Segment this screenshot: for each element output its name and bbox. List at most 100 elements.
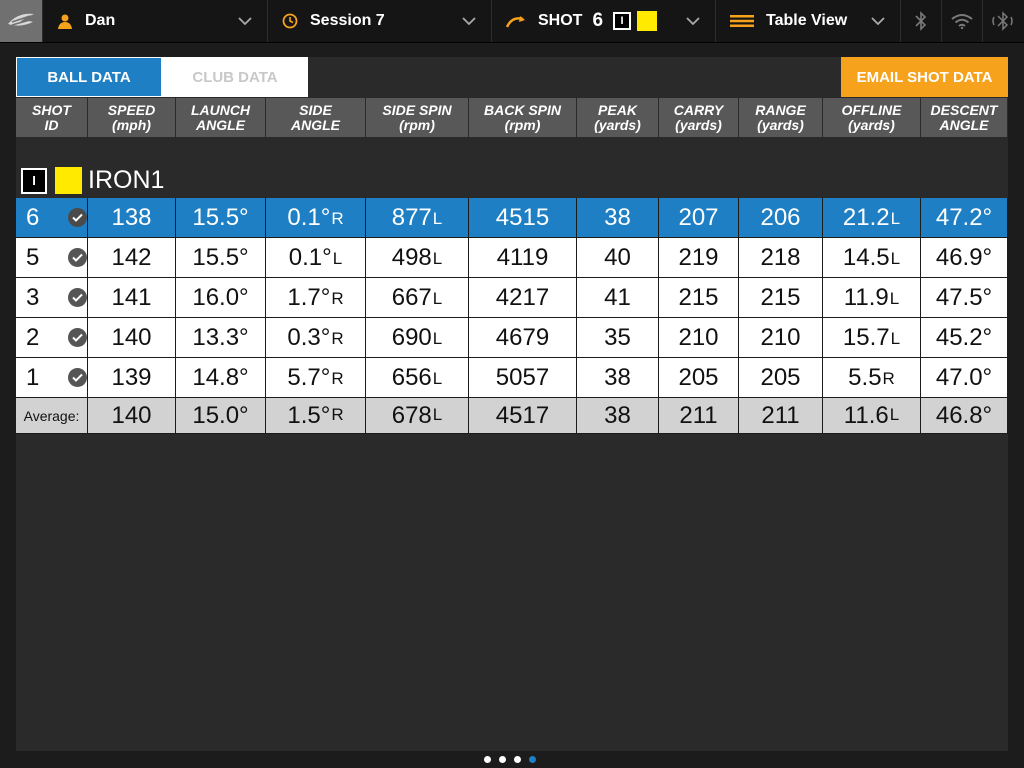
cell-value: 142 (111, 243, 152, 271)
column-header-side-spin: SIDE SPIN (rpm) (366, 98, 469, 137)
speed-cell: 140 (88, 398, 176, 434)
table-row[interactable]: 3 141 16.0° 1.7° R 667 L 4217 41 215 215 11.9 L 47.5° (16, 278, 1008, 318)
side-spin-cell: 656 L (366, 358, 469, 398)
cell-value: 211 (761, 401, 800, 429)
cell-value: 4119 (496, 243, 549, 271)
check-circle-icon[interactable] (68, 208, 87, 227)
cell-value: 4517 (495, 401, 550, 429)
email-shot-data-button[interactable]: EMAIL SHOT DATA (841, 57, 1008, 97)
carry-cell: 205 (659, 358, 739, 398)
cell-value: 38 (604, 203, 631, 231)
average-row: Average: 140 15.0° 1.5° R 678 L 4517 38 211 211 11.… (16, 398, 1008, 434)
range-cell: 215 (739, 278, 823, 318)
carry-cell: 207 (659, 198, 739, 238)
column-header-name: LAUNCH (190, 101, 251, 118)
direction-suffix: R (331, 369, 344, 388)
user-icon (58, 14, 72, 29)
table-row[interactable]: 1 139 14.8° 5.7° R 656 L 5057 38 205 205 5.5 R 47.0° (16, 358, 1008, 398)
cell-value: 877 (391, 203, 432, 231)
column-header-name: CARRY (673, 101, 724, 118)
shot-id-cell: 5 (16, 238, 88, 278)
wifi-button[interactable] (941, 0, 982, 42)
check-circle-icon[interactable] (68, 248, 87, 267)
check-circle-icon[interactable] (68, 328, 87, 347)
speed-cell: 138 (88, 198, 176, 238)
range-cell: 205 (739, 358, 823, 398)
direction-suffix: L (432, 289, 443, 308)
shot-id-cell: 6 (16, 198, 88, 238)
club-color-swatch (637, 11, 658, 31)
launch-angle-cell: 15.5° (176, 198, 266, 238)
column-header-carry: CARRY (yards) (659, 98, 739, 137)
cell-value: 211 (679, 401, 718, 429)
tab-club-data[interactable]: CLUB DATA (162, 57, 308, 97)
tab-ball-data[interactable]: BALL DATA (16, 57, 162, 97)
table-row[interactable]: 6 138 15.5° 0.1° R 877 L 4515 38 207 206 21.2 L 47.2° (16, 198, 1008, 238)
shot-selector[interactable]: SHOT 6 I (491, 0, 715, 42)
direction-suffix: L (432, 369, 443, 388)
view-selector[interactable]: Table View (715, 0, 900, 42)
offline-cell: 5.5 R (823, 358, 921, 398)
session-selector[interactable]: Session 7 (267, 0, 491, 42)
table-row[interactable]: 2 140 13.3° 0.3° R 690 L 4679 35 210 210 15.7 L 45.2° (16, 318, 1008, 358)
direction-suffix: L (432, 249, 443, 268)
side-spin-cell: 498 L (366, 238, 469, 278)
average-label-cell: Average: (16, 398, 88, 434)
column-header-unit: (yards) (848, 116, 895, 133)
peak-cell: 38 (577, 398, 659, 434)
descent-angle-cell: 47.2° (921, 198, 1008, 238)
side-spin-cell: 678 L (366, 398, 469, 434)
direction-suffix: R (331, 289, 344, 308)
shot-id-cell: 1 (16, 358, 88, 398)
cell-value: 210 (678, 323, 719, 351)
cell-value: 15.7 (842, 323, 890, 351)
page-indicator[interactable] (484, 756, 536, 763)
column-header-name: SHOT (32, 101, 71, 118)
page-dot[interactable] (529, 756, 536, 763)
column-header-speed: SPEED (mph) (88, 98, 176, 137)
shot-table: 6 138 15.5° 0.1° R 877 L 4515 38 207 206 21.2 L 47.2°… (16, 198, 1008, 434)
column-header-name: OFFLINE (841, 101, 902, 118)
column-header-name: SPEED (107, 101, 156, 118)
user-selector[interactable]: Dan (42, 0, 267, 42)
bluetooth-button[interactable] (900, 0, 941, 42)
column-header-unit: (mph) (112, 116, 151, 133)
top-bar: Dan Session 7 SHOT 6 I Table View (0, 0, 1024, 43)
offline-cell: 11.9 L (823, 278, 921, 318)
column-header-shot-id: SHOT ID (16, 98, 88, 137)
cell-value: 5057 (495, 363, 550, 391)
direction-suffix: R (882, 369, 895, 388)
session-name: Session 7 (310, 12, 385, 29)
check-circle-icon[interactable] (68, 288, 87, 307)
shot-label: SHOT (538, 12, 583, 29)
column-header-unit: (yards) (757, 116, 804, 133)
column-header-descent-angle: DESCENT ANGLE (921, 98, 1008, 137)
column-header-launch-angle: LAUNCH ANGLE (176, 98, 266, 137)
cell-value: 139 (111, 363, 152, 391)
check-circle-icon[interactable] (68, 368, 87, 387)
cell-value: 1.5° (287, 401, 331, 429)
cell-value: 11.9 (843, 283, 889, 311)
logo-icon (8, 13, 34, 26)
peak-cell: 41 (577, 278, 659, 318)
cell-value: 14.5 (842, 243, 890, 271)
app-logo-button[interactable] (0, 0, 42, 42)
page-dot[interactable] (484, 756, 491, 763)
peak-cell: 38 (577, 358, 659, 398)
page-dot[interactable] (514, 756, 521, 763)
column-header-unit: ANGLE (196, 116, 245, 133)
column-header-offline: OFFLINE (yards) (823, 98, 921, 137)
range-cell: 218 (739, 238, 823, 278)
shot-id: 6 (26, 203, 40, 231)
column-header-peak: PEAK (yards) (577, 98, 659, 137)
carry-cell: 211 (659, 398, 739, 434)
carry-cell: 210 (659, 318, 739, 358)
device-connection-button[interactable] (982, 0, 1023, 42)
table-row[interactable]: 5 142 15.5° 0.1° L 498 L 4119 40 219 218 14.5 L 46.9° (16, 238, 1008, 278)
launch-angle-cell: 15.0° (176, 398, 266, 434)
speed-cell: 141 (88, 278, 176, 318)
column-header-unit: ANGLE (291, 116, 340, 133)
page-dot[interactable] (499, 756, 506, 763)
speed-cell: 142 (88, 238, 176, 278)
column-header-back-spin: BACK SPIN (rpm) (469, 98, 577, 137)
